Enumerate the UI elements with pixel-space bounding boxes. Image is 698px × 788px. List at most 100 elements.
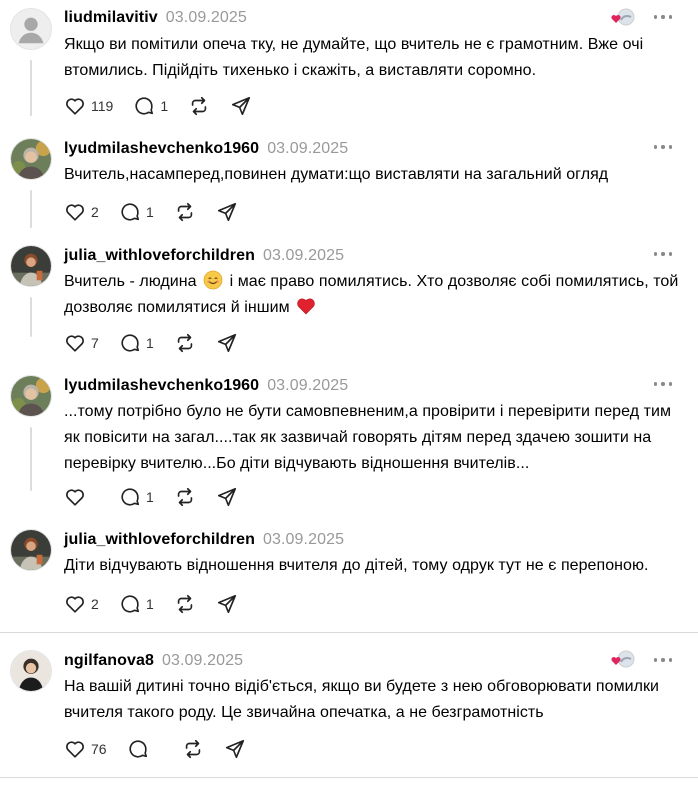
reply-count: 1 <box>146 204 154 220</box>
action-bar: 2 1 <box>64 592 258 616</box>
reply-button[interactable] <box>127 737 162 761</box>
comment-username[interactable]: ngilfanova8 03.09.2025 <box>64 652 243 670</box>
comment-date[interactable]: 03.09.2025 <box>162 652 243 669</box>
comment-date[interactable]: 03.09.2025 <box>263 247 344 264</box>
repost-button[interactable] <box>188 94 210 118</box>
avatar[interactable] <box>10 138 52 180</box>
comment-username[interactable]: liudmilavitiv 03.09.2025 <box>64 9 247 27</box>
thread-line <box>30 60 32 116</box>
comment-date[interactable]: 03.09.2025 <box>263 531 344 548</box>
comment-username[interactable]: lyudmilashevchenko1960 03.09.2025 <box>64 377 348 395</box>
more-options-icon[interactable] <box>654 138 672 156</box>
repost-icon <box>177 487 193 507</box>
comment-date[interactable]: 03.09.2025 <box>267 140 348 157</box>
reply-button[interactable]: 1 <box>119 485 154 509</box>
repost-icon <box>192 96 207 116</box>
repost-icon <box>177 594 193 614</box>
repost-button[interactable] <box>174 485 196 509</box>
like-button[interactable] <box>64 485 99 509</box>
repost-button[interactable] <box>174 592 196 616</box>
send-icon <box>232 96 251 116</box>
avatar[interactable] <box>10 245 52 287</box>
author-liked-badge-icon <box>610 8 636 28</box>
like-count: 119 <box>91 98 114 114</box>
reply-count: 1 <box>146 489 154 505</box>
red-heart-emoji <box>297 298 315 315</box>
avatar[interactable] <box>10 375 52 417</box>
like-button[interactable]: 7 <box>64 331 99 355</box>
speech-bubble-icon <box>121 595 140 613</box>
comment-username[interactable]: lyudmilashevchenko1960 03.09.2025 <box>64 140 348 158</box>
smiling-face-emoji <box>203 270 223 290</box>
avatar[interactable] <box>10 529 52 571</box>
reply-count: 1 <box>146 335 154 351</box>
author-liked-badge-icon <box>610 650 636 670</box>
avatar[interactable] <box>10 650 52 692</box>
heart-icon <box>66 98 84 115</box>
heart-icon <box>66 204 84 221</box>
heart-icon <box>66 741 84 758</box>
divider <box>0 777 698 778</box>
like-count: 2 <box>91 204 99 220</box>
repost-button[interactable] <box>174 200 196 224</box>
repost-icon <box>177 333 193 353</box>
share-button[interactable] <box>216 200 238 224</box>
action-bar: 7 1 <box>64 331 258 355</box>
action-bar: 119 1 <box>64 94 272 118</box>
repost-icon <box>177 202 193 222</box>
more-options-icon[interactable] <box>654 375 672 393</box>
like-count: 7 <box>91 335 99 351</box>
send-icon <box>217 333 237 353</box>
repost-button[interactable] <box>174 331 196 355</box>
comment-username[interactable]: julia_withloveforchildren 03.09.2025 <box>64 247 344 265</box>
like-button[interactable]: 2 <box>64 200 99 224</box>
like-button[interactable]: 119 <box>64 94 113 118</box>
speech-bubble-icon <box>121 488 140 506</box>
comment-text-part1: Вчитель - людина <box>64 273 197 290</box>
send-icon <box>225 739 244 759</box>
action-bar: 76 <box>64 737 266 761</box>
comment-text: ...тому потрібно було не бути самовпевне… <box>64 403 672 472</box>
send-icon <box>217 594 237 614</box>
share-button[interactable] <box>216 485 238 509</box>
share-button[interactable] <box>230 94 252 118</box>
comment-text: Діти відчувають відношення вчителя до ді… <box>64 557 649 574</box>
default-avatar-icon[interactable] <box>10 8 52 50</box>
reply-button[interactable]: 1 <box>119 200 154 224</box>
like-count: 76 <box>91 741 107 757</box>
speech-bubble-icon <box>129 740 147 758</box>
more-options-icon[interactable] <box>654 651 672 669</box>
thread-line <box>30 427 32 491</box>
heart-icon <box>66 489 84 506</box>
heart-icon <box>66 596 84 613</box>
comment-text: На вашій дитині точно відіб'ється, якщо … <box>64 678 660 721</box>
comment-date[interactable]: 03.09.2025 <box>267 377 348 394</box>
comment-date[interactable]: 03.09.2025 <box>166 9 247 26</box>
reply-button[interactable]: 1 <box>119 331 154 355</box>
share-button[interactable] <box>216 331 238 355</box>
repost-button[interactable] <box>182 737 204 761</box>
thread-line <box>30 190 32 228</box>
more-options-icon[interactable] <box>654 8 672 26</box>
divider <box>0 632 698 633</box>
comment-text: Вчитель,насамперед,повинен думати:що вис… <box>64 166 609 183</box>
like-count: 2 <box>91 596 99 612</box>
comment-username[interactable]: julia_withloveforchildren 03.09.2025 <box>64 531 344 549</box>
reply-button[interactable]: 1 <box>119 592 154 616</box>
like-button[interactable]: 2 <box>64 592 99 616</box>
action-bar: 1 <box>64 485 258 509</box>
reply-button[interactable]: 1 <box>133 94 168 118</box>
heart-icon <box>66 335 84 352</box>
share-button[interactable] <box>216 592 238 616</box>
like-button[interactable]: 76 <box>64 737 107 761</box>
share-button[interactable] <box>224 737 246 761</box>
more-options-icon[interactable] <box>654 245 672 263</box>
repost-icon <box>185 739 200 759</box>
reply-count: 1 <box>160 98 169 114</box>
speech-bubble-icon <box>121 334 140 352</box>
reply-count: 1 <box>146 596 154 612</box>
comment-text: Якщо ви помітили опеча тку, не думайте, … <box>64 36 644 79</box>
send-icon <box>217 487 237 507</box>
send-icon <box>217 202 237 222</box>
speech-bubble-icon <box>121 203 140 221</box>
